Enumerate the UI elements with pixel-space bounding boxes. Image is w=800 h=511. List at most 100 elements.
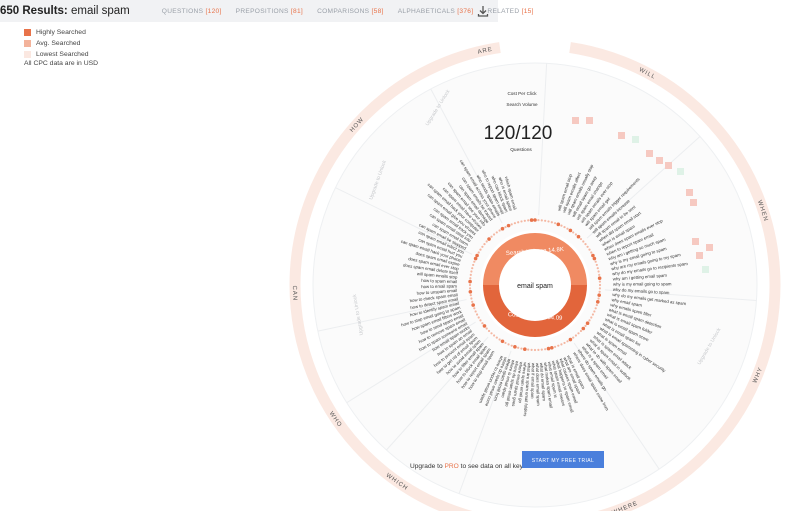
volume-dot [510, 223, 513, 226]
volume-dot [490, 332, 493, 335]
volume-dot [498, 229, 501, 232]
keyword-line: why is my email going to spam [613, 281, 672, 286]
volume-dot [598, 273, 601, 276]
volume-dot [527, 219, 530, 222]
volume-dot [560, 224, 563, 227]
volume-dot [584, 242, 587, 246]
volume-dot [574, 334, 578, 337]
data-cell [690, 199, 697, 206]
volume-dot [500, 226, 505, 231]
metric-cost-per-click: Cost Per Click [507, 91, 537, 96]
volume-dot [591, 253, 595, 258]
volume-dot [483, 242, 486, 246]
volume-dot [533, 218, 537, 222]
volume-dot [553, 222, 557, 225]
volume-dot [544, 219, 547, 222]
volume-dot [594, 260, 597, 263]
volume-dot [479, 248, 482, 251]
volume-dot [520, 347, 523, 350]
volume-dot [553, 345, 557, 348]
volume-dot [568, 228, 573, 233]
volume-dot [475, 313, 479, 316]
volume-dot [471, 300, 474, 303]
volume-dot [590, 316, 593, 319]
volume-dot [469, 277, 472, 280]
volume-dot [513, 222, 517, 225]
volume-dot [471, 303, 475, 307]
volume-dot [523, 219, 526, 222]
volume-dot [593, 310, 596, 313]
volume-dot [598, 287, 602, 290]
volume-dot [579, 329, 583, 333]
volume-dot [597, 276, 602, 281]
metric-search-volume: Search Volume [506, 102, 538, 107]
keyword-line: how to email spam [421, 283, 457, 289]
volume-dot [563, 225, 566, 229]
volume-dot [546, 346, 551, 351]
volume-dot [468, 279, 472, 284]
volume-dot [527, 348, 530, 351]
volume-dot [592, 256, 597, 261]
volume-dot [506, 223, 511, 228]
volume-dot [590, 251, 593, 254]
volume-dot [475, 253, 479, 258]
volume-dot [563, 341, 566, 345]
volume-dot [474, 310, 477, 313]
volume-dot [469, 294, 472, 297]
volume-dot [490, 235, 493, 238]
volume-dot [485, 240, 488, 243]
ring-gap [499, 38, 571, 55]
start-trial-label: START MY FREE TRIAL [532, 458, 594, 464]
volume-dot [568, 337, 573, 342]
volume-dot [481, 245, 484, 248]
volume-dot [481, 322, 484, 325]
volume-dot [540, 219, 543, 222]
data-cell [586, 117, 593, 124]
volume-dot [550, 221, 553, 224]
volume-dot [581, 326, 586, 331]
volume-dot [504, 225, 507, 229]
volume-dot [598, 283, 602, 287]
volume-dot [495, 231, 498, 234]
data-cell [692, 238, 699, 245]
volume-dot [533, 348, 537, 352]
volume-dot [470, 270, 473, 273]
volume-dot [597, 270, 600, 273]
volume-dot [594, 307, 597, 310]
question-count-label: Questions [510, 147, 532, 153]
volume-dot [572, 336, 575, 339]
data-cell [706, 244, 713, 251]
volume-dot [517, 221, 520, 224]
volume-dot [470, 297, 473, 300]
volume-dot [500, 339, 505, 344]
volume-dot [471, 267, 474, 270]
volume-dot [582, 240, 585, 243]
volume-dot [595, 303, 598, 307]
volume-dot [498, 338, 501, 341]
volume-dot [523, 347, 527, 351]
volume-dot [591, 313, 595, 316]
volume-dot [574, 233, 578, 236]
volume-dot [596, 267, 599, 270]
volume-dot [492, 233, 496, 236]
sector-label-can: CAN [291, 285, 298, 301]
volume-dot [507, 343, 510, 346]
volume-dot [487, 329, 491, 333]
volume-dot [572, 231, 575, 234]
data-cell [632, 136, 639, 143]
upgrade-message: Upgrade to PRO to see data on all keywor… [410, 463, 541, 470]
data-cell [646, 150, 653, 157]
volume-dot [598, 280, 602, 283]
volume-dot [595, 263, 598, 267]
volume-dot [482, 324, 487, 328]
volume-dot [588, 319, 591, 322]
data-cell [677, 168, 684, 175]
volume-dot [537, 218, 540, 222]
volume-dot [557, 344, 560, 347]
volume-dot [595, 300, 600, 304]
volume-dot [479, 319, 482, 322]
volume-dot [576, 234, 581, 239]
volume-dot [544, 348, 547, 351]
volume-dot [487, 237, 491, 241]
volume-dot [556, 222, 561, 227]
